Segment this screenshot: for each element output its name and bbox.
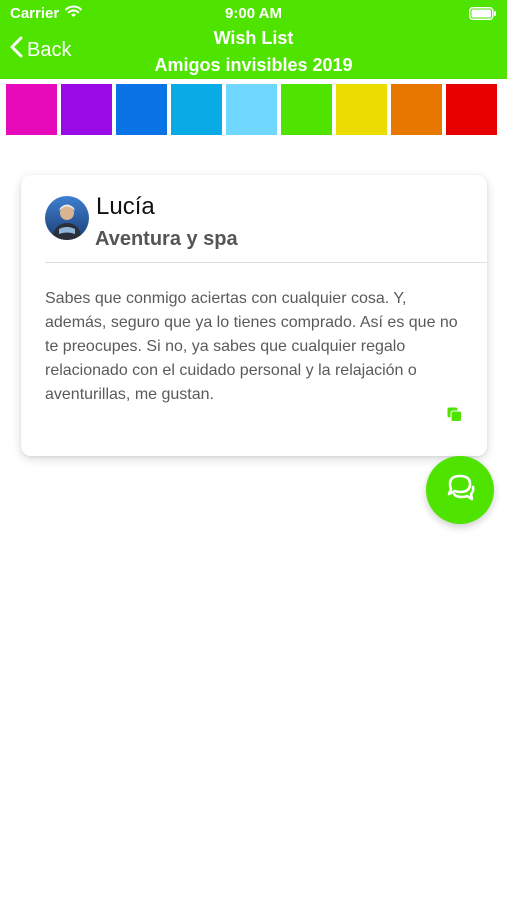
battery-icon bbox=[469, 7, 497, 25]
wish-card[interactable]: Lucía Aventura y spa Sabes que conmigo a… bbox=[21, 175, 487, 456]
status-time: 9:00 AM bbox=[225, 5, 282, 22]
navigation-header: Carrier 9:00 AM Back Wish List Amigos in… bbox=[0, 0, 507, 79]
color-swatch-3[interactable] bbox=[116, 84, 167, 135]
copy-icon[interactable] bbox=[447, 407, 462, 427]
chat-bubbles-icon bbox=[443, 472, 477, 509]
color-swatch-1[interactable] bbox=[6, 84, 57, 135]
chat-button[interactable] bbox=[426, 456, 494, 524]
divider bbox=[45, 262, 487, 263]
person-name: Lucía bbox=[96, 193, 155, 220]
wish-description: Sabes que conmigo aciertas con cualquier… bbox=[45, 290, 458, 403]
color-picker-strip bbox=[6, 84, 497, 135]
color-swatch-7[interactable] bbox=[336, 84, 387, 135]
wish-title: Aventura y spa bbox=[95, 228, 238, 250]
avatar bbox=[45, 196, 89, 240]
color-swatch-4[interactable] bbox=[171, 84, 222, 135]
status-bar: Carrier 9:00 AM bbox=[0, 0, 507, 28]
page-title: Wish List bbox=[213, 28, 294, 48]
color-swatch-2[interactable] bbox=[61, 84, 112, 135]
color-swatch-8[interactable] bbox=[391, 84, 442, 135]
color-swatch-6[interactable] bbox=[281, 84, 332, 135]
color-swatch-5[interactable] bbox=[226, 84, 277, 135]
page-subtitle: Amigos invisibles 2019 bbox=[154, 55, 353, 75]
color-swatch-9[interactable] bbox=[446, 84, 497, 135]
